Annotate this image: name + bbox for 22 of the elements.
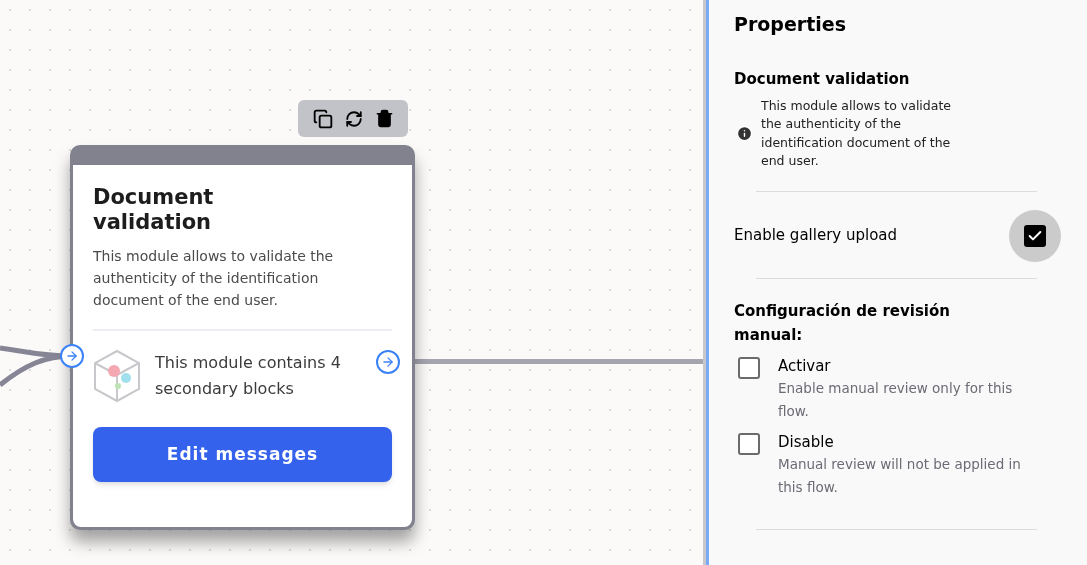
- blocks-info: This module contains 4 secondary blocks: [155, 352, 342, 400]
- section-title: Document validation: [734, 69, 911, 90]
- connector-port-icon[interactable]: [60, 344, 84, 368]
- checkbox[interactable]: [738, 356, 760, 379]
- panel-title: Properties: [734, 12, 847, 37]
- gallery-upload-label: Enable gallery upload: [734, 225, 898, 247]
- card-title: Document validation: [93, 185, 215, 235]
- checkbox[interactable]: [1024, 224, 1046, 247]
- refresh-icon[interactable]: [344, 109, 363, 128]
- info-text: This module allows to validate the authenticity of the identification document of the end user.: [761, 96, 952, 170]
- copy-icon[interactable]: [312, 108, 333, 129]
- option-description: Enable manual review only for this flow.: [778, 378, 1014, 421]
- delete-icon[interactable]: [374, 109, 394, 128]
- option-description: Manual review will not be applied in this flow.: [778, 454, 1022, 497]
- option-label: Activar: [778, 355, 832, 377]
- edit-messages-button[interactable]: Edit messages: [93, 427, 392, 482]
- cube-icon: [93, 349, 141, 403]
- option-label: Disable: [778, 431, 835, 453]
- manual-review-title: Configuración de revisión manual:: [734, 300, 951, 346]
- info-icon: [736, 125, 753, 142]
- checkbox[interactable]: [738, 432, 760, 455]
- card-description: This module allows to validate the authenticity of the identification document of the end user.: [93, 247, 335, 310]
